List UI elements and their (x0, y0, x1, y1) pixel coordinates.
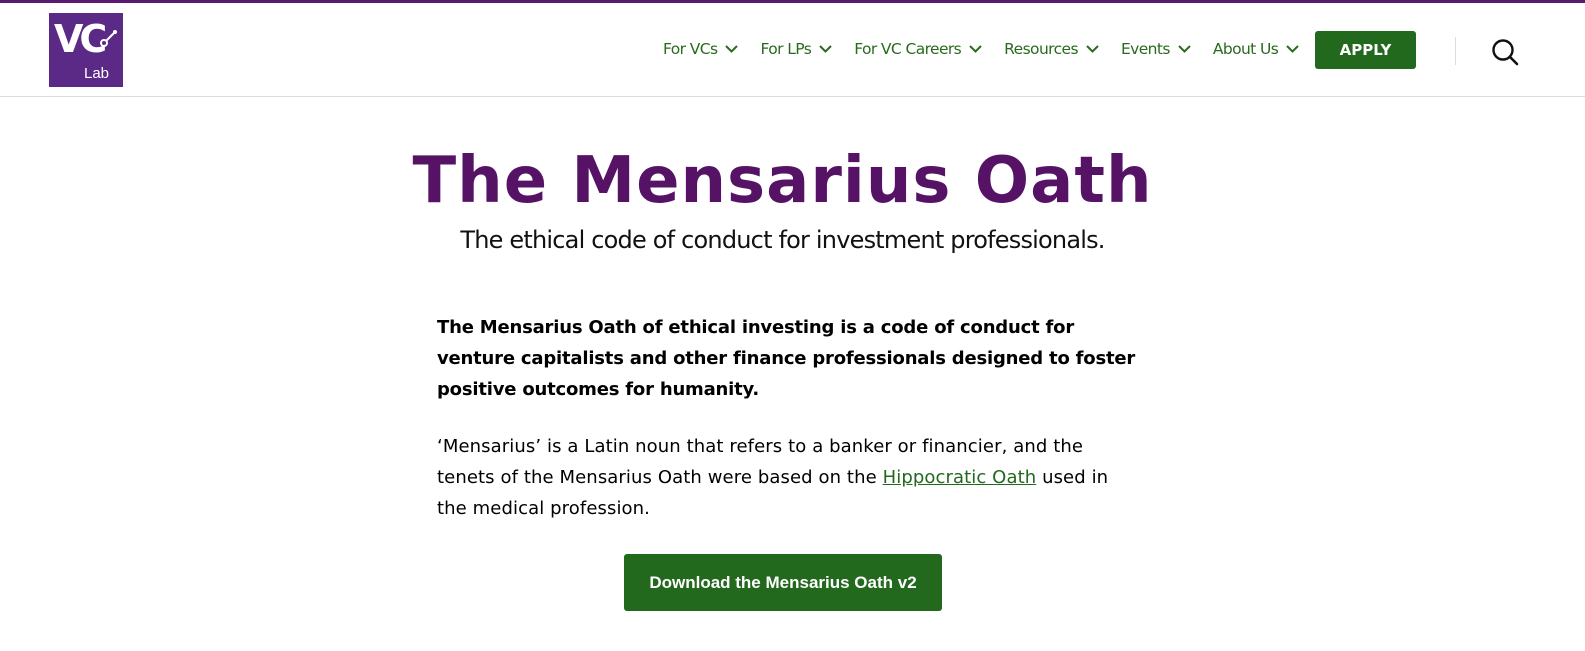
nav-item-for-lps[interactable]: For LPs (760, 40, 832, 58)
nav-item-label: For LPs (760, 40, 812, 58)
nav-item-label: Events (1120, 40, 1170, 58)
page-subtitle: The ethical code of conduct for investme… (460, 226, 1105, 254)
page-title: The Mensarius Oath (412, 144, 1153, 218)
main-nav: For VCs For LPs For VC Careers Resources… (663, 29, 1321, 69)
search-icon[interactable] (1490, 37, 1520, 67)
apply-button[interactable]: APPLY (1315, 31, 1416, 69)
lead-paragraph: The Mensarius Oath of ethical investing … (437, 317, 1136, 400)
logo-sub-text: Lab (84, 65, 110, 82)
chevron-down-icon (1178, 45, 1191, 53)
nav-item-label: Resources (1004, 40, 1078, 58)
chevron-down-icon (969, 45, 982, 53)
nav-item-about-us[interactable]: About Us (1213, 40, 1299, 58)
download-oath-button[interactable]: Download the Mensarius Oath v2 (624, 554, 942, 611)
chevron-down-icon (1086, 45, 1099, 53)
nav-item-events[interactable]: Events (1121, 40, 1191, 58)
site-header: VC Lab For VCs For LPs For VC Careers Re… (0, 3, 1585, 97)
hippocratic-oath-link[interactable]: Hippocratic Oath (883, 467, 1037, 488)
nav-item-for-vcs[interactable]: For VCs (663, 40, 739, 58)
chevron-down-icon (725, 45, 739, 53)
nav-item-resources[interactable]: Resources (1004, 40, 1099, 58)
chevron-down-icon (1286, 45, 1299, 53)
etymology-paragraph: ‘Mensarius’ is a Latin noun that refers … (437, 431, 1137, 524)
vc-lab-logo[interactable]: VC Lab (49, 13, 123, 87)
chevron-down-icon (819, 45, 832, 53)
nav-item-label: For VCs (663, 40, 718, 58)
nav-item-for-vc-careers[interactable]: For VC Careers (854, 40, 982, 58)
intro-content: The Mensarius Oath of ethical investing … (437, 312, 1137, 524)
logo-network-icon (100, 30, 117, 47)
nav-item-label: About Us (1212, 40, 1279, 58)
header-divider (1455, 37, 1456, 65)
nav-item-label: For VC Careers (854, 40, 962, 58)
